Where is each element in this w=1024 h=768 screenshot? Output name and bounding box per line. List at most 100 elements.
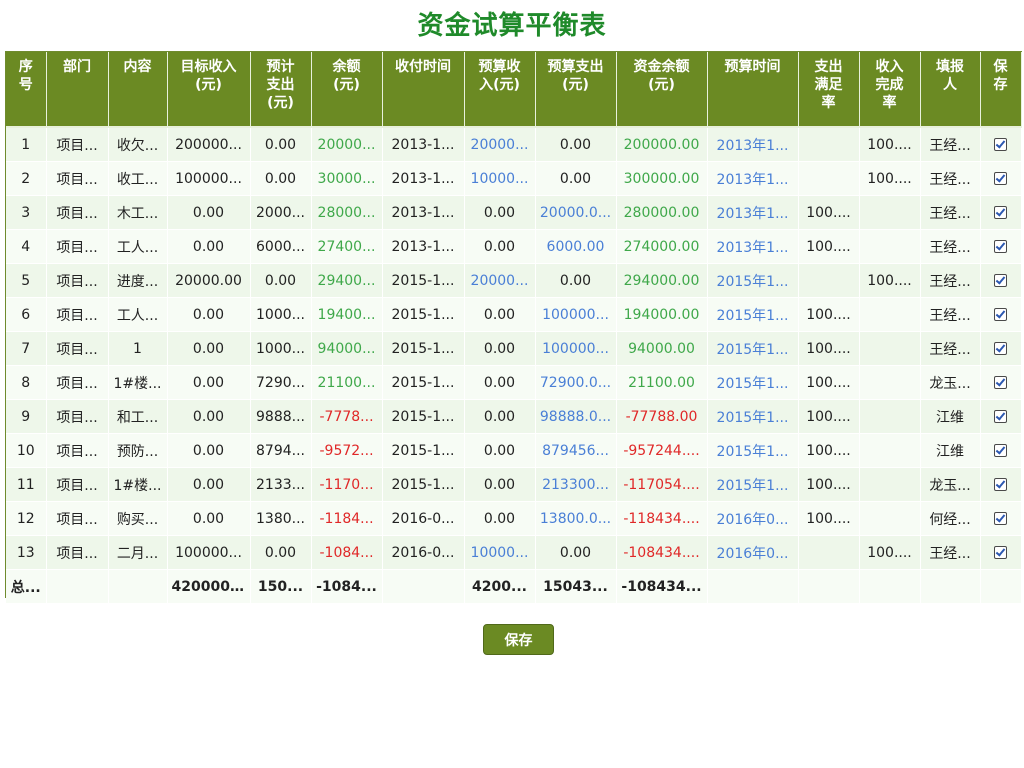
- cell-save: [980, 467, 1022, 502]
- save-checkbox[interactable]: [994, 206, 1007, 219]
- cell-balance: 21100...: [311, 365, 383, 400]
- cell-budget-time: 2013年1...: [707, 161, 799, 196]
- cell-budget-income: 0.00: [464, 433, 536, 468]
- cell-budget-expense: 0.00: [535, 263, 617, 298]
- cell-balance: -7778...: [311, 399, 383, 434]
- cell-department: 项目...: [46, 263, 109, 298]
- total-empty: [382, 569, 465, 604]
- cell-pay-time: 2015-1...: [382, 331, 465, 366]
- cell-est-expense: 0.00: [250, 535, 312, 570]
- table-row: 2 项目... 收工... 100000... 0.00 30000... 2013-1..…: [6, 161, 1022, 196]
- table-header-row: 序号部门 内容 目标收入 (元) 预计 支出 (元) 余额 (元) 收付时间 预算收 入(元) 预算支出…: [6, 52, 1022, 128]
- cell-balance: -1184...: [311, 501, 383, 536]
- cell-balance: 19400...: [311, 297, 383, 332]
- header-fund-balance: 资金余额 (元): [616, 52, 708, 128]
- cell-reporter: 江维: [920, 433, 981, 468]
- cell-income-rate: [859, 195, 921, 230]
- cell-department: 项目...: [46, 161, 109, 196]
- header-expense-rate: 支出 满足率: [798, 52, 860, 128]
- cell-target-income: 200000...: [167, 127, 251, 162]
- cell-balance: 30000...: [311, 161, 383, 196]
- cell-balance: 28000...: [311, 195, 383, 230]
- cell-pay-time: 2015-1...: [382, 399, 465, 434]
- cell-budget-income: 0.00: [464, 467, 536, 502]
- table-row: 8 项目... 1#楼... 0.00 7290... 21100... 2015-1...…: [6, 365, 1022, 400]
- cell-est-expense: 6000...: [250, 229, 312, 264]
- header-budget-expense: 预算支出 (元): [535, 52, 617, 128]
- cell-est-expense: 1380...: [250, 501, 312, 536]
- cell-budget-income: 0.00: [464, 331, 536, 366]
- cell-fund-balance: 280000.00: [616, 195, 708, 230]
- total-est-expense: 150...: [250, 569, 312, 604]
- cell-budget-expense: 100000...: [535, 331, 617, 366]
- cell-budget-income: 0.00: [464, 365, 536, 400]
- cell-target-income: 100000...: [167, 535, 251, 570]
- cell-budget-income: 20000...: [464, 263, 536, 298]
- cell-fund-balance: 300000.00: [616, 161, 708, 196]
- cell-est-expense: 2133...: [250, 467, 312, 502]
- cell-fund-balance: -957244....: [616, 433, 708, 468]
- save-checkbox[interactable]: [994, 342, 1007, 355]
- save-checkbox[interactable]: [994, 512, 1007, 525]
- total-empty: [980, 569, 1022, 604]
- cell-no: 7: [6, 331, 47, 366]
- header-income-rate: 收入 完成率: [859, 52, 921, 128]
- total-fund-balance: -108434...: [616, 569, 708, 604]
- cell-budget-income: 0.00: [464, 195, 536, 230]
- cell-no: 6: [6, 297, 47, 332]
- cell-department: 项目...: [46, 535, 109, 570]
- cell-content: 工人...: [108, 297, 168, 332]
- table-row: 7 项目... 1 0.00 1000... 94000... 2015-1... 0.00 1…: [6, 331, 1022, 366]
- cell-fund-balance: -108434....: [616, 535, 708, 570]
- table-row: 10 项目... 预防... 0.00 8794... -9572... 2015-1...…: [6, 433, 1022, 468]
- cell-est-expense: 0.00: [250, 127, 312, 162]
- cell-no: 11: [6, 467, 47, 502]
- cell-reporter: 江维: [920, 399, 981, 434]
- save-checkbox[interactable]: [994, 172, 1007, 185]
- save-checkbox[interactable]: [994, 546, 1007, 559]
- cell-budget-expense: 213300...: [535, 467, 617, 502]
- cell-department: 项目...: [46, 297, 109, 332]
- cell-save: [980, 331, 1022, 366]
- total-empty: [859, 569, 921, 604]
- save-checkbox[interactable]: [994, 308, 1007, 321]
- cell-content: 收欠...: [108, 127, 168, 162]
- cell-budget-time: 2015年1...: [707, 399, 799, 434]
- cell-expense-rate: [798, 535, 860, 570]
- cell-est-expense: 8794...: [250, 433, 312, 468]
- cell-pay-time: 2013-1...: [382, 195, 465, 230]
- header-reporter: 填报人: [920, 52, 981, 128]
- total-balance: -1084...: [311, 569, 383, 604]
- cell-no: 4: [6, 229, 47, 264]
- save-checkbox[interactable]: [994, 410, 1007, 423]
- balance-table-container: 序号部门 内容 目标收入 (元) 预计 支出 (元) 余额 (元) 收付时间 预算收 入(元) 预算支出…: [5, 51, 1022, 604]
- table-row: 3 项目... 木工... 0.00 2000... 28000... 2013-1... 0…: [6, 195, 1022, 230]
- header-department: 部门: [46, 52, 109, 128]
- total-target-income: 420000...: [167, 569, 251, 604]
- cell-budget-expense: 0.00: [535, 535, 617, 570]
- cell-content: 二月...: [108, 535, 168, 570]
- cell-budget-time: 2015年1...: [707, 263, 799, 298]
- save-checkbox[interactable]: [994, 240, 1007, 253]
- cell-fund-balance: 94000.00: [616, 331, 708, 366]
- cell-target-income: 0.00: [167, 297, 251, 332]
- cell-income-rate: [859, 229, 921, 264]
- cell-income-rate: [859, 365, 921, 400]
- save-checkbox[interactable]: [994, 274, 1007, 287]
- cell-pay-time: 2015-1...: [382, 263, 465, 298]
- cell-no: 5: [6, 263, 47, 298]
- save-checkbox[interactable]: [994, 138, 1007, 151]
- cell-content: 进度...: [108, 263, 168, 298]
- cell-content: 预防...: [108, 433, 168, 468]
- table-row: 6 项目... 工人... 0.00 1000... 19400... 2015-1... 0…: [6, 297, 1022, 332]
- save-checkbox[interactable]: [994, 444, 1007, 457]
- save-button[interactable]: 保存: [483, 624, 554, 655]
- balance-table: 序号部门 内容 目标收入 (元) 预计 支出 (元) 余额 (元) 收付时间 预算收 入(元) 预算支出…: [6, 52, 1022, 604]
- cell-budget-expense: 20000.0...: [535, 195, 617, 230]
- save-checkbox[interactable]: [994, 478, 1007, 491]
- cell-save: [980, 263, 1022, 298]
- header-target-income: 目标收入 (元): [167, 52, 251, 128]
- table-row: 5 项目... 进度... 20000.00 0.00 29400... 2015-1...…: [6, 263, 1022, 298]
- save-checkbox[interactable]: [994, 376, 1007, 389]
- table-row: 12 项目... 购买... 0.00 1380... -1184... 2016-0...…: [6, 501, 1022, 536]
